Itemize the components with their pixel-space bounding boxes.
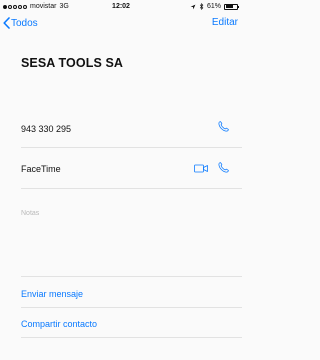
- edit-button[interactable]: Editar: [212, 17, 238, 28]
- chevron-left-icon: [3, 17, 10, 29]
- share-contact-divider: [21, 337, 242, 338]
- send-message-button[interactable]: Enviar mensaje: [21, 289, 83, 299]
- status-right: 61%: [190, 3, 239, 10]
- status-bar: movistar 3G 12:02 61%: [0, 0, 242, 14]
- battery-percent: 61%: [206, 3, 221, 10]
- phone-number[interactable]: 943 330 295: [21, 124, 71, 134]
- send-message-divider: [21, 307, 242, 308]
- phone-call-icon[interactable]: [217, 120, 230, 133]
- navigation-bar: Todos Editar: [0, 14, 242, 36]
- facetime-label: FaceTime: [21, 164, 61, 174]
- facetime-row: FaceTime: [21, 158, 242, 182]
- battery-icon: [224, 3, 239, 10]
- bluetooth-icon: [199, 3, 204, 10]
- facetime-row-divider: [21, 188, 242, 189]
- facetime-audio-icon[interactable]: [217, 161, 230, 174]
- phone-row[interactable]: 943 330 295: [21, 120, 242, 142]
- notes-field[interactable]: Notas: [21, 210, 39, 217]
- share-contact-button[interactable]: Compartir contacto: [21, 319, 97, 329]
- facetime-video-icon[interactable]: [194, 164, 208, 173]
- back-button[interactable]: Todos: [3, 17, 38, 29]
- contact-name: SESA TOOLS SA: [21, 56, 124, 70]
- notes-divider: [21, 276, 242, 277]
- location-arrow-icon: [190, 4, 196, 9]
- back-button-label: Todos: [11, 17, 38, 29]
- phone-row-divider: [21, 147, 242, 148]
